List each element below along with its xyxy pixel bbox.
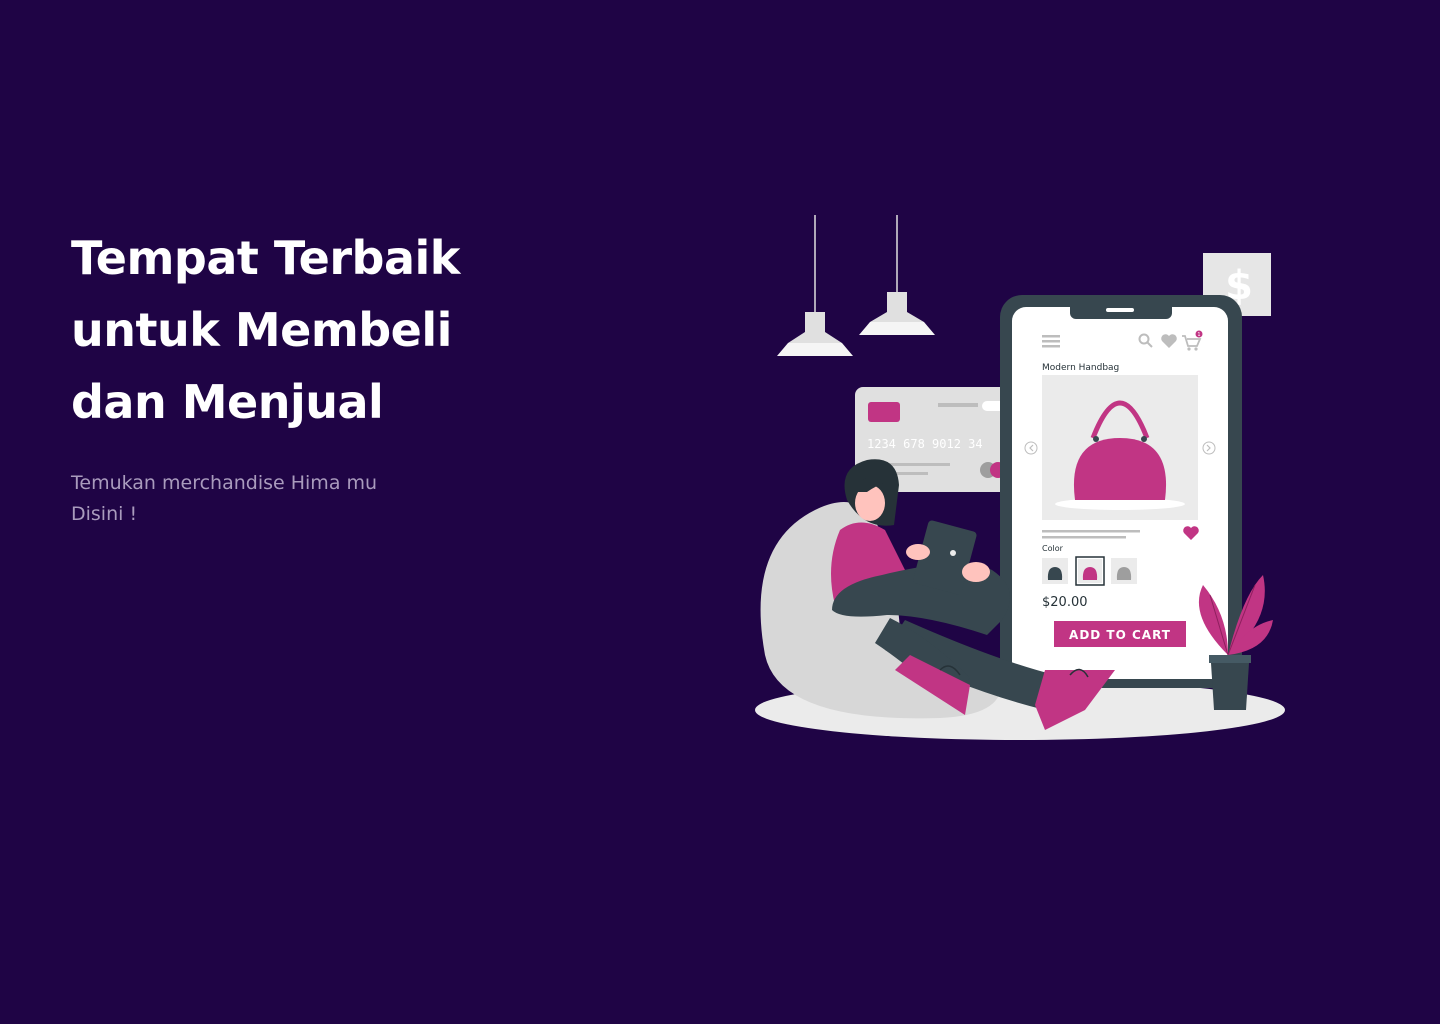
product-image [1042, 375, 1198, 520]
hero-subtitle-line-1: Temukan merchandise Hima mu [71, 472, 378, 494]
color-option-dark[interactable] [1042, 558, 1068, 584]
description-line [1042, 536, 1126, 539]
color-option-gray[interactable] [1111, 558, 1137, 584]
menu-icon[interactable] [1042, 335, 1060, 348]
product-price: $20.00 [1042, 595, 1088, 610]
color-option-pink[interactable] [1075, 556, 1105, 586]
hero-title-line-2: untuk Membeli [71, 303, 452, 357]
card-number: 1234 678 9012 34 [867, 437, 983, 451]
color-label: Color [1042, 544, 1064, 553]
hero-subtitle-line-2: Disini ! [71, 503, 138, 525]
hero-subtitle: Temukan merchandise Hima mu Disini ! [71, 468, 431, 530]
cart-badge: 1 [1197, 332, 1200, 338]
add-to-cart-button[interactable]: ADD TO CART [1054, 621, 1186, 647]
hero-title: Tempat Terbaik untuk Membeli dan Menjual [71, 222, 531, 438]
hero-title-line-1: Tempat Terbaik [71, 231, 460, 285]
illustration-svg: $ 1234 678 9012 34 1 Modern Handbag Colo… [755, 215, 1285, 740]
add-to-cart-label: ADD TO CART [1069, 628, 1171, 642]
landing-page: Tempat Terbaik untuk Membeli dan Menjual… [0, 0, 1440, 1024]
hero-section: Tempat Terbaik untuk Membeli dan Menjual… [71, 222, 531, 530]
lamp-icon [859, 215, 935, 335]
shopping-illustration: $ 1234 678 9012 34 1 Modern Handbag Colo… [740, 200, 1300, 760]
hero-title-line-3: dan Menjual [71, 375, 384, 429]
product-name: Modern Handbag [1042, 363, 1119, 373]
lamp-icon [777, 215, 853, 356]
description-line [1042, 530, 1140, 533]
